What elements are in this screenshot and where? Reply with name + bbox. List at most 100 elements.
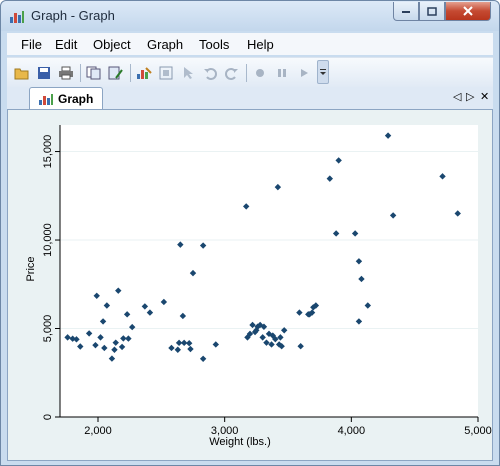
data-point [186,340,193,347]
tab-graph[interactable]: Graph [29,87,103,109]
menu-object[interactable]: Object [93,37,131,52]
tab-next-button[interactable]: ▷ [466,90,474,103]
data-point [187,345,194,353]
data-point [168,344,175,352]
pause-button[interactable] [273,64,291,82]
data-point [277,334,284,341]
menu-bar: File Edit Object Graph Tools Help [7,33,493,55]
data-point [263,339,270,346]
data-point [355,318,363,325]
close-button[interactable] [445,2,491,21]
toolbar-separator [130,64,131,82]
save-icon [38,67,50,79]
graph-app-icon [10,11,24,23]
tab-close-button[interactable]: ✕ [480,90,489,103]
data-point [112,339,119,346]
graph-editor-button[interactable] [135,64,153,82]
data-point [160,298,168,306]
pointer-icon [184,67,193,79]
open-icon [14,68,29,80]
bar-chart-icon [39,94,53,105]
maximize-icon [427,6,437,16]
data-point [296,309,303,316]
menu-graph[interactable]: Graph [147,37,183,52]
data-point [355,258,363,265]
y-axis-title: Price [25,256,37,281]
y-tick-label: 10,000 [42,223,54,257]
data-point [389,212,397,219]
tab-graph-label: Graph [58,92,94,106]
menu-file[interactable]: File [21,37,42,52]
x-tick-label: 5,000 [464,425,492,437]
print-button[interactable] [57,64,75,82]
record-icon [159,66,173,80]
x-tick-label: 4,000 [338,425,366,437]
scatter-chart: 05,00010,00015,0002,000 3,000 4,000 5,000We… [25,125,492,448]
toolbar-separator [246,64,247,82]
data-point [111,346,118,353]
data-point [77,343,84,350]
data-point [454,210,461,217]
window-title: Graph - Graph [31,8,115,23]
data-point [85,330,93,337]
redo-icon [225,68,238,80]
graph-window: Graph - Graph File Edit Object Graph Too… [0,0,500,466]
data-point [335,157,342,164]
undo-button[interactable] [201,64,219,82]
tab-strip: Graph ◁ ▷ ✕ [7,87,493,109]
copy-button[interactable] [85,64,103,82]
data-point [332,230,340,237]
data-point [92,341,99,349]
data-point [439,173,446,180]
menu-help[interactable]: Help [247,37,274,52]
play-button[interactable] [295,64,313,82]
data-point [174,346,181,353]
toolbar [7,57,493,87]
record-start-icon [256,69,264,77]
data-point [115,287,122,294]
data-point [199,355,207,362]
maximize-button[interactable] [419,2,445,21]
data-point [146,309,154,316]
graph-region: 0 5,000 10,000 15,000 2,000 3,000 4,000 5,000 We… [7,109,493,461]
data-point [125,335,132,342]
data-point [358,275,365,283]
data-point [177,241,184,248]
tab-prev-button[interactable]: ◁ [453,90,461,103]
title-bar[interactable]: Graph - Graph [1,1,499,31]
menu-edit[interactable]: Edit [55,37,77,52]
overflow-icon [320,69,326,75]
undo-icon [204,68,217,80]
data-point [199,242,207,249]
play-icon [301,69,308,77]
data-point [364,302,371,309]
redo-button[interactable] [223,64,241,82]
pause-icon [278,69,286,77]
minimize-button[interactable] [393,2,419,21]
data-point [64,334,71,341]
copy-icon [86,66,101,80]
data-point [99,318,107,325]
rename-button[interactable] [107,64,125,82]
data-point [351,230,359,237]
data-point [189,269,197,277]
print-icon [59,66,73,80]
y-tick-label: 0 [42,414,54,420]
menu-tools[interactable]: Tools [199,37,229,52]
data-point [118,343,126,351]
data-point [141,303,149,310]
graph-editor-icon [137,67,152,79]
data-point [326,175,333,182]
pointer-button[interactable] [179,64,197,82]
record-start-button[interactable] [251,64,269,82]
record-button[interactable] [157,64,175,82]
open-button[interactable] [13,64,31,82]
close-icon [463,6,473,16]
toolbar-overflow-button[interactable] [317,60,329,84]
data-point [212,341,219,348]
data-point [108,355,116,362]
data-point [243,203,250,210]
toolbar-separator [80,64,81,82]
data-point [384,132,392,139]
save-button[interactable] [35,64,53,82]
